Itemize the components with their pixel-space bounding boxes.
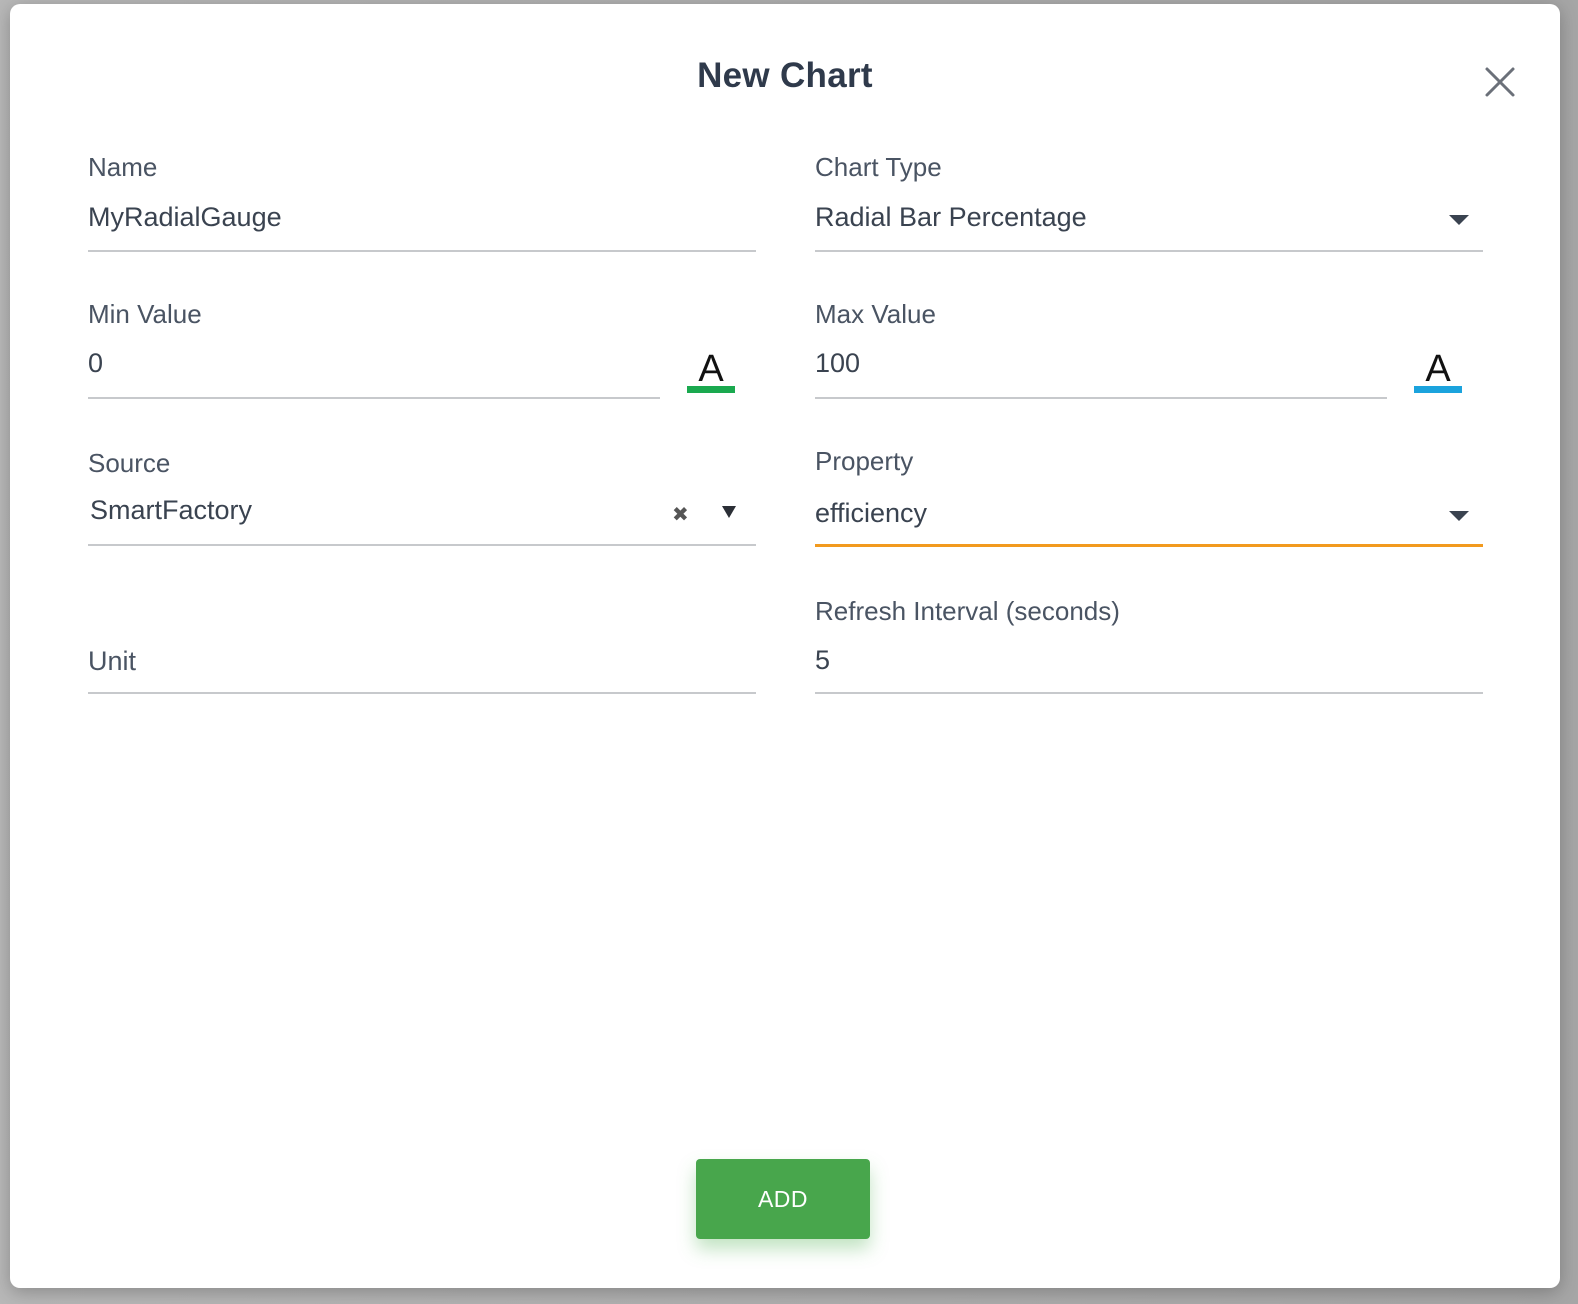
refresh-interval-underline — [815, 692, 1483, 694]
dialog-title: New Chart — [697, 56, 873, 95]
max-value-field[interactable]: Max Value 100 — [815, 291, 1483, 401]
text-color-icon: A — [698, 348, 724, 390]
name-input[interactable]: MyRadialGauge — [88, 202, 282, 233]
chart-type-underline — [815, 250, 1483, 252]
chevron-down-icon[interactable] — [1449, 511, 1469, 521]
min-color-swatch — [687, 386, 735, 393]
refresh-interval-field[interactable]: Refresh Interval (seconds) 5 — [815, 588, 1483, 698]
max-value-underline — [815, 397, 1387, 399]
max-color-swatch — [1414, 386, 1462, 393]
chevron-down-icon[interactable] — [1449, 215, 1469, 225]
property-value: efficiency — [815, 498, 928, 528]
refresh-interval-label: Refresh Interval (seconds) — [815, 596, 1120, 626]
min-value-input[interactable]: 0 — [88, 348, 103, 379]
unit-label: Unit — [88, 646, 137, 676]
max-value-label: Max Value — [815, 299, 936, 329]
max-value-color-picker[interactable]: A — [1413, 350, 1463, 398]
source-underline — [88, 544, 756, 546]
source-value: SmartFactory — [90, 495, 253, 525]
min-value-underline — [88, 397, 660, 399]
name-underline — [88, 250, 756, 252]
source-label: Source — [88, 448, 171, 478]
text-color-icon: A — [1425, 348, 1451, 390]
caret-down-icon[interactable] — [722, 506, 736, 518]
max-value-input[interactable]: 100 — [815, 348, 860, 379]
close-icon — [1485, 67, 1515, 97]
property-label: Property — [815, 446, 914, 476]
add-button[interactable]: ADD — [696, 1159, 870, 1239]
name-label: Name — [88, 152, 158, 182]
property-select[interactable]: Property efficiency — [815, 440, 1483, 550]
source-select[interactable]: Source SmartFactory ✖ — [88, 440, 756, 550]
chart-type-label: Chart Type — [815, 152, 942, 182]
min-value-field[interactable]: Min Value 0 — [88, 291, 756, 401]
min-value-color-picker[interactable]: A — [686, 350, 736, 398]
min-value-label: Min Value — [88, 299, 202, 329]
property-underline-focused — [815, 544, 1483, 547]
chart-type-value: Radial Bar Percentage — [815, 202, 1087, 232]
unit-field[interactable]: Unit — [88, 588, 756, 698]
refresh-interval-input[interactable]: 5 — [815, 645, 830, 676]
chart-type-select[interactable]: Chart Type Radial Bar Percentage — [815, 144, 1483, 254]
clear-source-icon[interactable]: ✖ — [672, 502, 689, 527]
name-field[interactable]: Name MyRadialGauge — [88, 144, 756, 254]
close-button[interactable] — [1480, 62, 1520, 102]
unit-underline — [88, 692, 756, 694]
new-chart-dialog: New Chart Name MyRadialGauge Chart Type … — [10, 4, 1560, 1288]
